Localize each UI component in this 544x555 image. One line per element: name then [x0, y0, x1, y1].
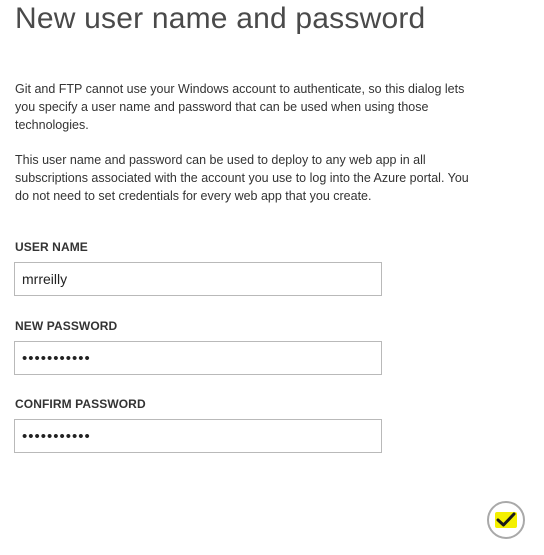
- description-deploy: This user name and password can be used …: [15, 153, 469, 203]
- checkmark-icon: [496, 512, 516, 527]
- confirm-password-input[interactable]: [14, 419, 382, 453]
- ok-button[interactable]: [487, 501, 525, 539]
- user-name-label: USER NAME: [15, 240, 88, 254]
- credentials-dialog: New user name and password Git and FTP c…: [0, 0, 544, 555]
- description-git-ftp: Git and FTP cannot use your Windows acco…: [15, 82, 465, 132]
- new-password-label: NEW PASSWORD: [15, 319, 118, 333]
- confirm-password-label: CONFIRM PASSWORD: [15, 397, 146, 411]
- user-name-input[interactable]: [14, 262, 382, 296]
- new-password-input[interactable]: [14, 341, 382, 375]
- dialog-title: New user name and password: [15, 2, 426, 35]
